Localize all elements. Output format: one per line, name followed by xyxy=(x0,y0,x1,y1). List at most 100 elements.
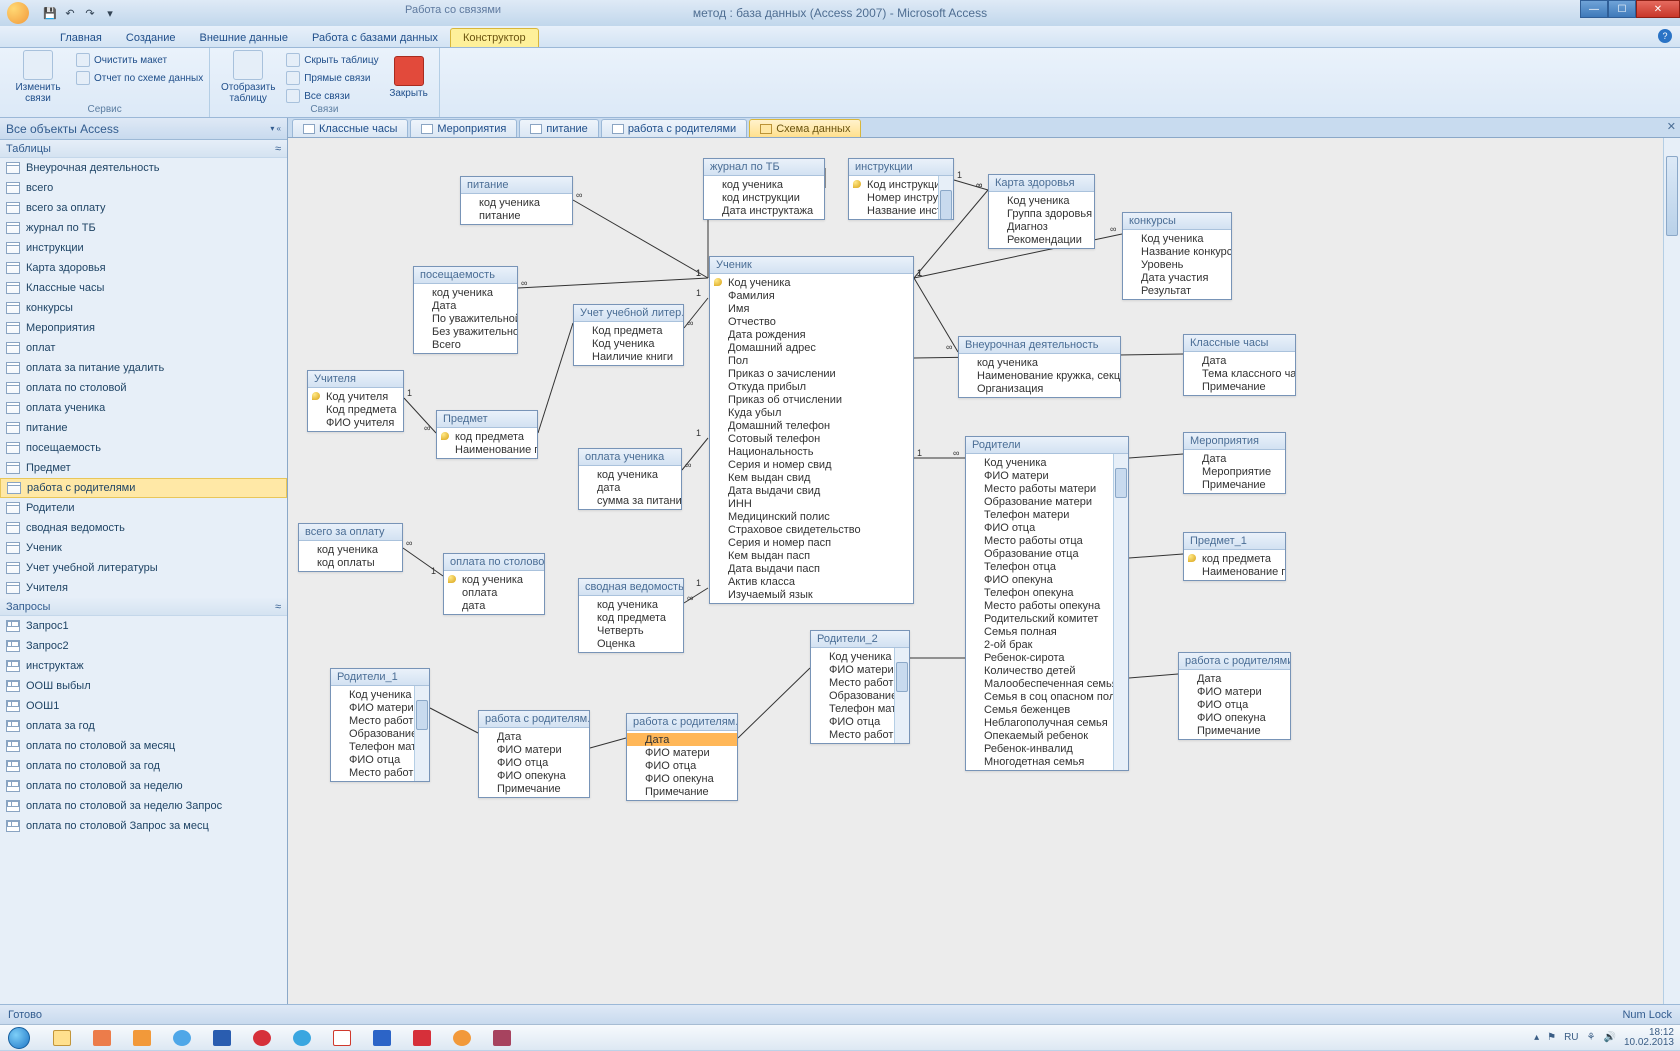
table-title[interactable]: сводная ведомость xyxy=(579,579,683,596)
table-field[interactable]: Уровень xyxy=(1123,258,1231,271)
nav-table-item[interactable]: Учителя xyxy=(0,578,287,598)
table-scrollbar[interactable] xyxy=(1113,454,1128,770)
task-access[interactable] xyxy=(484,1027,520,1049)
table-field[interactable]: код ученика xyxy=(579,468,681,481)
task-mailru[interactable] xyxy=(364,1027,400,1049)
close-relationships-button[interactable]: Закрыть xyxy=(385,50,433,104)
table-field[interactable]: Семья беженцев xyxy=(966,703,1128,716)
table-box-rsr1[interactable]: работа с родителям...ДатаФИО материФИО о… xyxy=(478,710,590,798)
table-field[interactable]: код ученика xyxy=(444,573,544,586)
nav-query-item[interactable]: ООШ выбыл xyxy=(0,676,287,696)
table-field[interactable]: Код ученика xyxy=(966,456,1128,469)
table-field[interactable]: Домашний телефон xyxy=(710,419,913,432)
table-title[interactable]: оплата ученика xyxy=(579,449,681,466)
table-field[interactable]: Рекомендации xyxy=(989,233,1094,246)
close-tab-button[interactable]: ✕ xyxy=(1667,120,1676,133)
table-field[interactable]: Мероприятие xyxy=(1184,465,1285,478)
table-field[interactable]: Неблагополучная семья xyxy=(966,716,1128,729)
minimize-button[interactable]: — xyxy=(1580,0,1608,18)
table-box-sv[interactable]: сводная ведомостькод ученикакод предмета… xyxy=(578,578,684,653)
table-field[interactable]: код ученика xyxy=(959,356,1120,369)
table-box-instr[interactable]: инструкцииКод инструкцииНомер инструкциН… xyxy=(848,158,954,220)
collapse-icon[interactable]: ≈ xyxy=(275,601,281,613)
nav-table-item[interactable]: оплата по столовой xyxy=(0,378,287,398)
table-field[interactable]: Код предмета xyxy=(574,324,683,337)
table-field[interactable]: ИНН xyxy=(710,497,913,510)
table-field[interactable]: Наименование кружка, секции xyxy=(959,369,1120,382)
table-field[interactable]: код ученика xyxy=(704,178,824,191)
table-box-konk[interactable]: конкурсыКод ученикаНазвание конкурсУрове… xyxy=(1122,212,1232,300)
table-box-kz[interactable]: Карта здоровьяКод ученикаГруппа здоровья… xyxy=(988,174,1095,249)
table-box-pos[interactable]: посещаемостькод ученикаДатаПо уважительн… xyxy=(413,266,518,354)
table-box-vso[interactable]: всего за оплатукод ученикакод оплаты xyxy=(298,523,403,572)
table-field[interactable]: Дата выдачи свид xyxy=(710,484,913,497)
direct-relationships-button[interactable]: Прямые связи xyxy=(286,70,378,86)
nav-table-item[interactable]: всего xyxy=(0,178,287,198)
tray-flag-icon[interactable]: ⚑ xyxy=(1547,1032,1556,1043)
table-field[interactable]: ФИО матери xyxy=(966,469,1128,482)
table-field[interactable]: Организация xyxy=(959,382,1120,395)
chevron-down-icon[interactable]: ▾ « xyxy=(270,124,281,133)
nav-query-item[interactable]: ООШ1 xyxy=(0,696,287,716)
table-field[interactable]: Кем выдан пасп xyxy=(710,549,913,562)
nav-query-item[interactable]: оплата по столовой за год xyxy=(0,756,287,776)
vertical-scrollbar[interactable] xyxy=(1663,138,1680,1007)
table-field[interactable]: Оценка xyxy=(579,637,683,650)
table-box-rsr3[interactable]: работа с родителямиДатаФИО материФИО отц… xyxy=(1178,652,1291,740)
table-title[interactable]: Родители_2 xyxy=(811,631,909,648)
save-icon[interactable]: 💾 xyxy=(42,5,58,21)
table-field[interactable]: ФИО опекуна xyxy=(1179,711,1290,724)
table-field[interactable]: Откуда прибыл xyxy=(710,380,913,393)
table-box-rsr2[interactable]: работа с родителям...ДатаФИО материФИО о… xyxy=(626,713,738,801)
nav-table-item[interactable]: Внеурочная деятельность xyxy=(0,158,287,178)
hide-table-button[interactable]: Скрыть таблицу xyxy=(286,52,378,68)
doc-tab[interactable]: Мероприятия xyxy=(410,119,517,137)
table-field[interactable]: Фамилия xyxy=(710,289,913,302)
table-field[interactable]: Код учителя xyxy=(308,390,403,403)
doc-tab[interactable]: работа с родителями xyxy=(601,119,747,137)
table-field[interactable]: код предмета xyxy=(1184,552,1285,565)
table-box-jtb[interactable]: журнал по ТБкод ученикакод инструкцииДат… xyxy=(703,158,825,220)
task-word[interactable] xyxy=(204,1027,240,1049)
table-field[interactable]: дата xyxy=(579,481,681,494)
table-field[interactable]: Куда убыл xyxy=(710,406,913,419)
nav-table-item[interactable]: инструкции xyxy=(0,238,287,258)
table-field[interactable]: Изучаемый язык xyxy=(710,588,913,601)
nav-query-item[interactable]: инструктаж xyxy=(0,656,287,676)
table-box-mer[interactable]: МероприятияДатаМероприятиеПримечание xyxy=(1183,432,1286,494)
table-field[interactable]: Ребенок-сирота xyxy=(966,651,1128,664)
task-rambler[interactable] xyxy=(404,1027,440,1049)
table-field[interactable]: Четверть xyxy=(579,624,683,637)
collapse-icon[interactable]: ≈ xyxy=(275,143,281,155)
nav-table-item[interactable]: Мероприятия xyxy=(0,318,287,338)
table-field[interactable]: Место работы опекуна xyxy=(966,599,1128,612)
table-field[interactable]: Наиличие книги xyxy=(574,350,683,363)
start-button[interactable] xyxy=(0,1025,38,1051)
table-field[interactable]: Код предмета xyxy=(308,403,403,416)
table-field[interactable]: Код ученика xyxy=(1123,232,1231,245)
qat-dropdown-icon[interactable]: ▾ xyxy=(102,5,118,21)
table-field[interactable]: ФИО отца xyxy=(627,759,737,772)
table-field[interactable]: Код ученика xyxy=(710,276,913,289)
table-field[interactable]: Дата xyxy=(414,299,517,312)
table-title[interactable]: Классные часы xyxy=(1184,335,1295,352)
edit-relationships-button[interactable]: Изменитьсвязи xyxy=(6,50,70,104)
table-field[interactable]: сумма за питание xyxy=(579,494,681,507)
tray-network-icon[interactable]: ⚘ xyxy=(1587,1032,1596,1043)
nav-query-item[interactable]: оплата по столовой за неделю xyxy=(0,776,287,796)
show-table-button[interactable]: Отобразитьтаблицу xyxy=(216,50,280,104)
tab-design[interactable]: Конструктор xyxy=(450,28,539,47)
table-field[interactable]: ФИО учителя xyxy=(308,416,403,429)
task-yandex[interactable] xyxy=(324,1027,360,1049)
tray-volume-icon[interactable]: 🔊 xyxy=(1603,1032,1615,1043)
table-title[interactable]: Карта здоровья xyxy=(989,175,1094,192)
table-field[interactable]: Дата инструктажа xyxy=(704,204,824,217)
table-scrollbar[interactable] xyxy=(938,176,953,219)
table-title[interactable]: Учет учебной литер... xyxy=(574,305,683,322)
nav-table-item[interactable]: журнал по ТБ xyxy=(0,218,287,238)
table-field[interactable]: ФИО матери xyxy=(1179,685,1290,698)
table-field[interactable]: По уважительной xyxy=(414,312,517,325)
close-button[interactable]: ✕ xyxy=(1636,0,1680,18)
table-field[interactable]: Приказ о зачислении xyxy=(710,367,913,380)
nav-table-item[interactable]: всего за оплату xyxy=(0,198,287,218)
